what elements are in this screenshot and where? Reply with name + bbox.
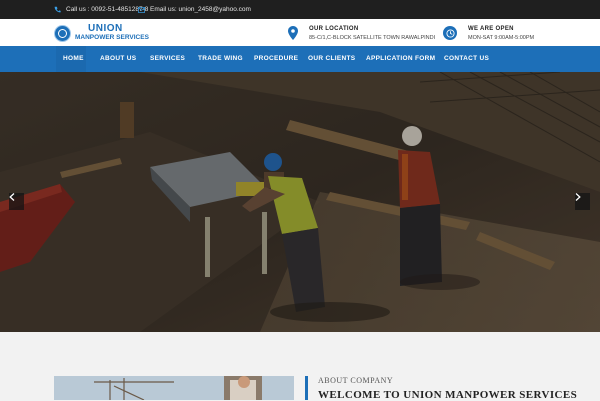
nav-services[interactable]: SERVICES — [150, 46, 185, 72]
hours-title: WE ARE OPEN — [468, 25, 514, 32]
slider-prev-button[interactable] — [9, 193, 24, 210]
location-info: OUR LOCATION 85-C/1,C-BLOCK SATELLITE TO… — [288, 23, 435, 43]
hours-text: MON-SAT 9:00AM-5:00PM — [468, 34, 535, 41]
location-address: 85-C/1,C-BLOCK SATELLITE TOWN RAWALPINDI — [309, 34, 436, 41]
nav-contact-us[interactable]: CONTACT US — [444, 46, 489, 72]
main-nav: HOME ABOUT US SERVICES TRADE WING PROCED… — [0, 45, 600, 72]
map-pin-icon — [288, 26, 298, 40]
nav-home[interactable]: HOME — [63, 46, 84, 72]
about-section: ABOUT COMPANY WELCOME TO UNION MANPOWER … — [0, 332, 600, 401]
email-contact[interactable]: Email us: union_2458@yahoo.com — [138, 0, 251, 19]
location-title: OUR LOCATION — [309, 25, 359, 32]
phone-text: Call us : 0092-51-4851287-8 — [66, 6, 149, 13]
nav-our-clients[interactable]: OUR CLIENTS — [308, 46, 355, 72]
phone-contact[interactable]: Call us : 0092-51-4851287-8 — [54, 0, 148, 19]
hero-construction-image — [0, 72, 600, 332]
site-header: UNION MANPOWER SERVICES OUR LOCATION 85-… — [0, 19, 600, 45]
top-bar: Call us : 0092-51-4851287-8 Email us: un… — [0, 0, 600, 19]
nav-procedure[interactable]: PROCEDURE — [254, 46, 298, 72]
phone-icon — [54, 6, 61, 13]
logo-title: UNION — [88, 23, 123, 35]
nav-application-form[interactable]: APPLICATION FORM — [366, 46, 435, 72]
hero-slider — [0, 72, 600, 332]
hours-info: WE ARE OPEN MON-SAT 9:00AM-5:00PM — [443, 23, 534, 43]
about-heading: WELCOME TO UNION MANPOWER SERVICES — [318, 389, 578, 401]
site-logo[interactable]: UNION MANPOWER SERVICES — [54, 23, 149, 43]
email-text: Email us: union_2458@yahoo.com — [150, 6, 251, 13]
logo-emblem-icon — [54, 24, 71, 42]
about-construction-image — [54, 376, 294, 400]
clock-icon — [443, 26, 457, 40]
nav-about-us[interactable]: ABOUT US — [100, 46, 136, 72]
about-kicker: ABOUT COMPANY — [318, 376, 394, 385]
envelope-icon — [138, 6, 145, 13]
about-accent-bar — [305, 376, 308, 400]
slider-next-button[interactable] — [575, 193, 590, 210]
nav-trade-wing[interactable]: TRADE WING — [198, 46, 243, 72]
logo-subtitle: MANPOWER SERVICES — [75, 34, 149, 42]
